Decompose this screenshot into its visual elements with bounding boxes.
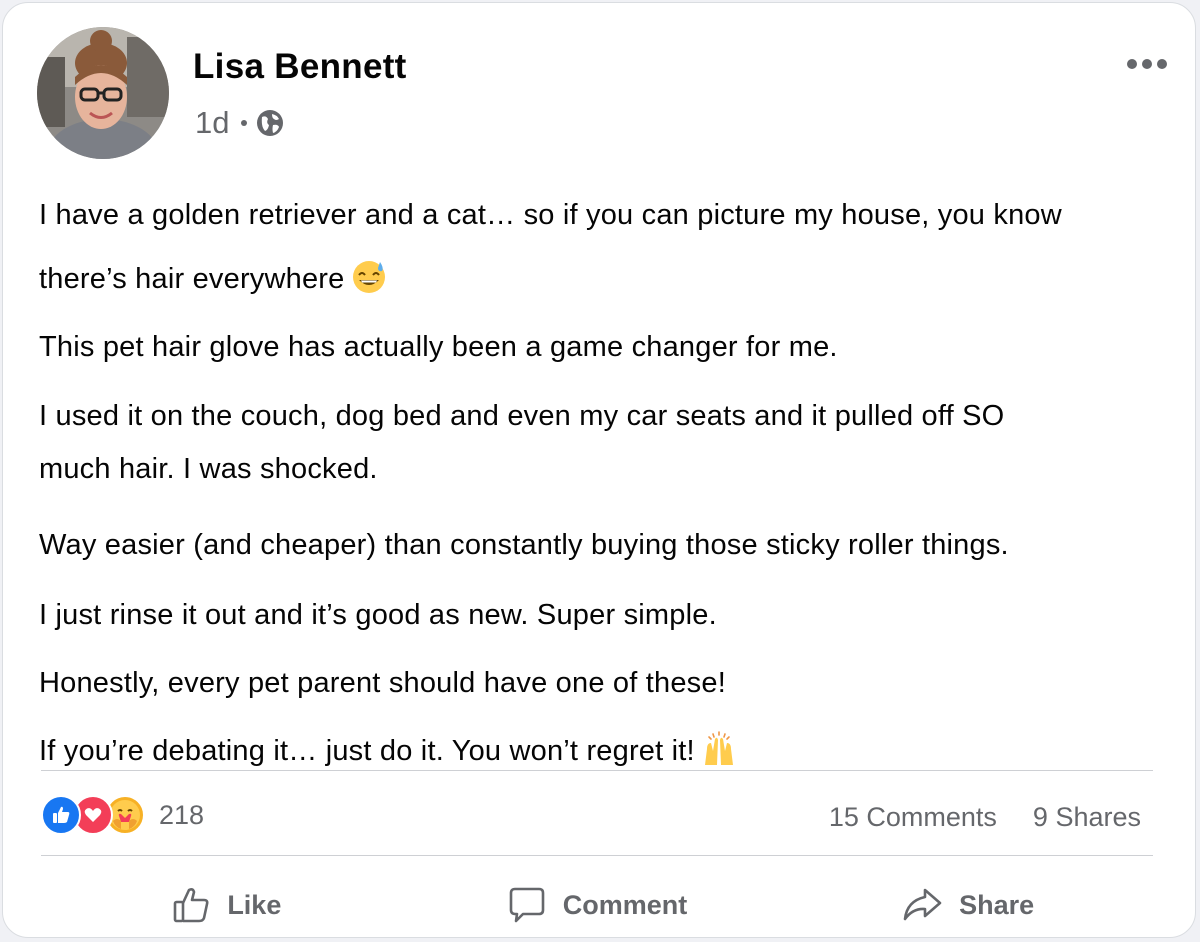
- like-label: Like: [227, 889, 282, 920]
- reaction-count[interactable]: 218: [159, 800, 204, 831]
- comment-label: Comment: [562, 889, 688, 920]
- share-arrow-icon: [903, 888, 942, 921]
- thumbs-up-icon: [174, 888, 209, 923]
- post-card: Lisa Bennett 1d I have a golden retrieve…: [2, 2, 1196, 938]
- comment-icon: [509, 887, 545, 923]
- like-reaction-icon: [41, 795, 81, 835]
- grinning-sweat-emoji-icon: [352, 261, 385, 294]
- post-line: Way easier (and cheaper) than constantly…: [39, 529, 1009, 561]
- post-line: there’s hair everywhere: [39, 247, 1159, 311]
- separator-dot: [241, 120, 248, 126]
- post-line: Honestly, every pet parent should have o…: [39, 667, 726, 699]
- post-line: I have a golden retriever and a cat… so …: [39, 199, 1062, 231]
- author-avatar[interactable]: [37, 27, 169, 159]
- share-label: Share: [959, 889, 1035, 920]
- more-dot: [1142, 59, 1152, 69]
- post-text: I have a golden retriever and a cat… so …: [39, 183, 1159, 783]
- divider: [41, 770, 1153, 771]
- comments-count-link[interactable]: 15 Comments: [829, 802, 997, 833]
- post-line: This pet hair glove has actually been a …: [39, 331, 838, 363]
- post-line-text: If you’re debating it… just do it. You w…: [39, 735, 695, 767]
- post-line: I used it on the couch, dog bed and even…: [39, 400, 1005, 432]
- post-actions: Like Comment Share: [41, 873, 1153, 937]
- author-name[interactable]: Lisa Bennett: [193, 47, 407, 87]
- shares-count-link[interactable]: 9 Shares: [1033, 802, 1141, 833]
- more-dot: [1157, 59, 1167, 69]
- divider: [41, 855, 1153, 856]
- post-meta: 1d: [195, 103, 284, 143]
- post-line: much hair. I was shocked.: [39, 453, 378, 485]
- comment-button[interactable]: Comment: [412, 873, 783, 937]
- globe-icon: [257, 110, 284, 136]
- raising-hands-emoji-icon: [704, 731, 733, 766]
- post-timestamp[interactable]: 1d: [195, 105, 229, 141]
- engagement-stats: 15 Comments 9 Shares: [829, 795, 1141, 839]
- like-button[interactable]: Like: [41, 873, 412, 937]
- share-button[interactable]: Share: [782, 873, 1153, 937]
- post-line-text: there’s hair everywhere: [39, 263, 345, 295]
- reactions-summary[interactable]: 218: [41, 795, 204, 835]
- post-line: If you’re debating it… just do it. You w…: [39, 719, 1159, 783]
- more-options-button[interactable]: [1127, 59, 1167, 69]
- post-line: I just rinse it out and it’s good as new…: [39, 599, 717, 631]
- more-dot: [1127, 59, 1137, 69]
